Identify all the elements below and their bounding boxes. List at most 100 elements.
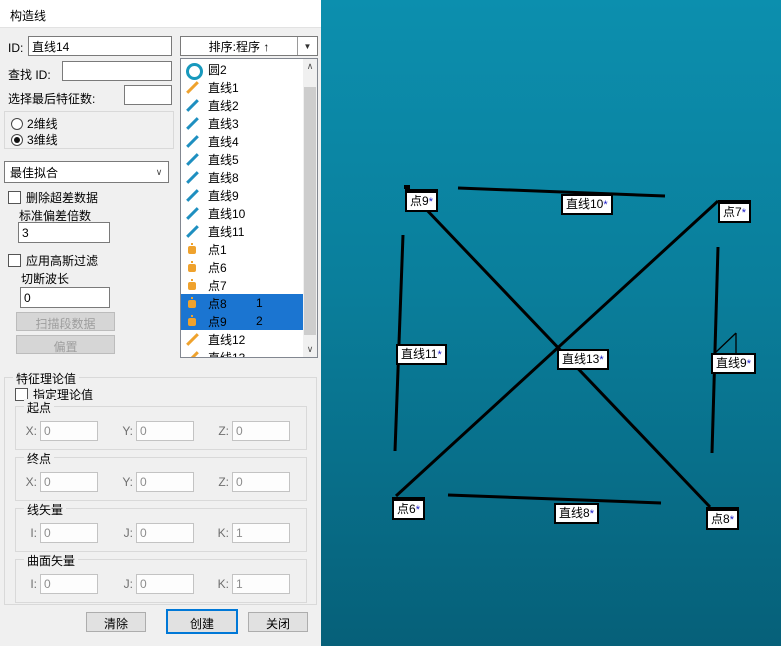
last-count-input[interactable] (124, 85, 172, 105)
radio-2d[interactable]: 2维线 (11, 115, 58, 132)
list-item[interactable]: 圆2 (181, 60, 303, 78)
line-blue-icon (186, 225, 199, 238)
feature-label-text: 直线10 (566, 197, 603, 211)
clear-button[interactable]: 清除 (86, 612, 146, 632)
selection-order-number: 2 (256, 314, 263, 328)
list-item[interactable]: 点1 (181, 240, 303, 258)
theo-field-input[interactable] (232, 523, 290, 543)
feature-label[interactable]: 直线8* (554, 503, 599, 524)
feature-label-text: 直线9 (716, 356, 747, 370)
list-item[interactable]: 点9 2 (181, 312, 303, 330)
list-scrollbar[interactable]: ∧ ∨ (303, 59, 317, 357)
sort-dropdown[interactable]: 排序:程序 ↑ ▼ (180, 36, 318, 56)
theo-field-input[interactable] (40, 574, 98, 594)
theo-field-label: X: (22, 475, 37, 489)
radio-2d-icon[interactable] (11, 118, 23, 130)
theo-subgroup-label: 起点 (24, 399, 54, 416)
fit-method-select[interactable]: 最佳拟合 ∨ (4, 161, 169, 183)
list-item[interactable]: 点81 (181, 294, 303, 312)
theo-field-input[interactable] (232, 574, 290, 594)
feature-line-line9-whisker-1[interactable] (715, 333, 736, 353)
scroll-up-icon[interactable]: ∧ (303, 59, 317, 74)
theo-field-label: Y: (118, 424, 133, 438)
feature-label[interactable]: 点7* (718, 200, 751, 223)
feature-label-asterisk: * (590, 508, 594, 520)
list-item[interactable]: 直线11 (181, 222, 303, 240)
feature-label[interactable]: 点8* (706, 507, 739, 530)
theo-field-input[interactable] (40, 421, 98, 441)
list-item[interactable]: 点6 (181, 258, 303, 276)
feature-line-line-11[interactable] (395, 235, 403, 451)
list-item[interactable]: 直线5 (181, 150, 303, 168)
dialog-titlebar[interactable]: 构造线 (0, 0, 321, 28)
radio-3d[interactable]: 3维线 (11, 131, 58, 148)
offset-button[interactable]: 偏置 (16, 335, 115, 354)
theo-field-input[interactable] (136, 523, 194, 543)
stddev-input[interactable] (18, 222, 110, 243)
line-blue-icon (186, 99, 199, 112)
list-item-label: 圆2 (208, 61, 227, 78)
id-input[interactable] (28, 36, 172, 56)
cad-viewport[interactable]: 点9*直线10*点7*直线11*直线13*直线9*点6*直线8*点8* (321, 0, 781, 646)
remove-outliers-checkbox-icon[interactable] (8, 191, 21, 204)
remove-outliers-checkbox[interactable]: 删除超差数据 (8, 189, 98, 206)
feature-list[interactable]: 圆2直线1直线2直线3直线4直线5直线8直线9直线10直线11点1点6点7点81… (180, 58, 318, 358)
feature-label-text: 点6 (397, 502, 416, 516)
list-item[interactable]: 直线4 (181, 132, 303, 150)
theo-field-input[interactable] (40, 523, 98, 543)
feature-label[interactable]: 直线11* (396, 344, 447, 365)
sort-dropdown-label: 排序:程序 ↑ (181, 38, 297, 55)
theo-field-input[interactable] (136, 421, 194, 441)
theo-field-label: Y: (118, 475, 133, 489)
theo-field-input[interactable] (40, 472, 98, 492)
find-id-input[interactable] (62, 61, 172, 81)
feature-label-asterisk: * (603, 199, 607, 211)
list-item[interactable]: 直线9 (181, 186, 303, 204)
gauss-filter-checkbox-icon[interactable] (8, 254, 21, 267)
feature-label[interactable]: 直线10* (561, 194, 613, 215)
radio-3d-icon[interactable] (11, 134, 23, 146)
construct-line-dialog: 构造线 ID: 排序:程序 ↑ ▼ 查找 ID: 选择最后特征数: 圆2直线1直… (0, 0, 321, 646)
point-icon (186, 243, 199, 256)
feature-line-line-8[interactable] (448, 495, 661, 503)
list-item[interactable]: 直线8 (181, 168, 303, 186)
feature-label[interactable]: 点9* (405, 189, 438, 212)
scan-segment-button[interactable]: 扫描段数据 (16, 312, 115, 331)
list-item[interactable]: 直线1 (181, 78, 303, 96)
list-item[interactable]: 直线10 (181, 204, 303, 222)
point-icon (186, 279, 199, 292)
theo-field-input[interactable] (232, 472, 290, 492)
list-item-label: 直线2 (208, 97, 239, 114)
feature-label-asterisk: * (416, 504, 420, 516)
list-item[interactable]: 直线12 (181, 330, 303, 348)
theo-field-label: K: (214, 577, 229, 591)
theo-field: X: (22, 472, 98, 492)
list-item[interactable]: 点7 (181, 276, 303, 294)
theo-subgroup: 起点X:Y:Z: (15, 406, 307, 450)
list-item[interactable]: 直线2 (181, 96, 303, 114)
close-button[interactable]: 关闭 (248, 612, 308, 632)
scrollbar-thumb[interactable] (304, 87, 316, 335)
construct-line-window: 构造线 ID: 排序:程序 ↑ ▼ 查找 ID: 选择最后特征数: 圆2直线1直… (0, 0, 781, 646)
line-orange-icon (186, 81, 199, 94)
chevron-down-icon[interactable]: ▼ (297, 37, 317, 55)
feature-label[interactable]: 点6* (392, 497, 425, 520)
list-item[interactable]: 直线13 (181, 348, 303, 358)
theo-subgroup-label: 线矢量 (24, 501, 66, 518)
theo-field-input[interactable] (232, 421, 290, 441)
create-button[interactable]: 创建 (166, 609, 238, 634)
line-orange-icon (186, 333, 199, 346)
list-item[interactable]: 直线3 (181, 114, 303, 132)
theo-field-input[interactable] (136, 574, 194, 594)
theo-field: Y: (118, 472, 194, 492)
feature-label[interactable]: 直线9* (711, 353, 756, 374)
feature-line-line-9[interactable] (712, 247, 718, 453)
list-item-label: 点9 (208, 313, 227, 330)
theo-field: J: (118, 523, 194, 543)
line-blue-icon (186, 171, 199, 184)
cutoff-input[interactable] (20, 287, 110, 308)
scroll-down-icon[interactable]: ∨ (303, 342, 317, 357)
theo-field-input[interactable] (136, 472, 194, 492)
gauss-filter-checkbox[interactable]: 应用高斯过滤 (8, 252, 98, 269)
feature-label[interactable]: 直线13* (557, 349, 609, 370)
